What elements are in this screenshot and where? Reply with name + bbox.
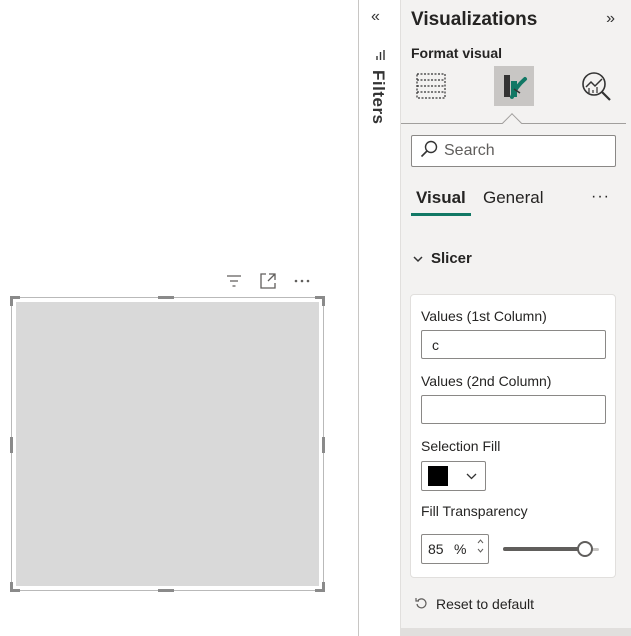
slicer-section-header[interactable]: Slicer (413, 250, 472, 267)
active-mode-caret (502, 113, 522, 133)
resize-handle-top[interactable] (158, 296, 174, 299)
reset-label: Reset to default (436, 596, 535, 612)
values-2nd-input[interactable] (421, 395, 606, 424)
visual-header (224, 270, 312, 292)
filters-pane-icon (376, 48, 386, 66)
resize-handle-bottom-right-v[interactable] (322, 582, 325, 592)
slicer-visual[interactable] (10, 296, 325, 592)
tab-general[interactable]: General (478, 188, 548, 216)
fields-icon[interactable] (411, 66, 451, 106)
reset-to-default-button[interactable]: Reset to default (415, 596, 534, 612)
chevron-up-icon[interactable] (477, 539, 484, 544)
chevron-down-icon (413, 250, 423, 267)
selection-fill-color-picker[interactable] (421, 461, 486, 491)
fill-transparency-value[interactable]: 85 (428, 541, 454, 557)
filters-pane: « Filters (358, 0, 400, 636)
chevron-down-icon[interactable] (477, 548, 484, 553)
values-1st-input[interactable] (421, 330, 606, 359)
values-1st-label: Values (1st Column) (421, 308, 547, 324)
selection-fill-label: Selection Fill (421, 438, 501, 454)
color-swatch (428, 466, 448, 486)
resize-handle-bottom[interactable] (158, 589, 174, 592)
pane-footer (401, 628, 631, 636)
fill-transparency-unit: % (454, 541, 467, 557)
slicer-section-title: Slicer (431, 250, 472, 267)
search-input[interactable] (444, 142, 604, 160)
slider-thumb[interactable] (576, 541, 593, 557)
more-options-icon[interactable] (292, 271, 312, 291)
pane-title: Visualizations (411, 9, 538, 30)
chevron-down-icon (466, 467, 477, 485)
search-icon (420, 140, 438, 163)
more-options-button[interactable]: ··· (591, 188, 610, 206)
focus-mode-icon[interactable] (258, 271, 278, 291)
format-icon[interactable] (494, 66, 534, 106)
reset-icon (415, 596, 428, 612)
resize-handle-top-right-v[interactable] (322, 296, 325, 306)
fill-transparency-spinbox[interactable]: 85 % (421, 534, 489, 564)
visual-area[interactable] (16, 302, 319, 586)
resize-handle-left[interactable] (10, 437, 13, 453)
filter-icon[interactable] (224, 271, 244, 291)
resize-handle-top-left-v[interactable] (10, 296, 13, 306)
analytics-icon[interactable] (576, 66, 616, 106)
expand-pane-icon[interactable]: » (606, 10, 615, 28)
resize-handle-right[interactable] (322, 437, 325, 453)
report-canvas (0, 0, 358, 636)
format-visual-label: Format visual (411, 45, 503, 61)
values-2nd-label: Values (2nd Column) (421, 373, 552, 389)
fill-transparency-label: Fill Transparency (421, 503, 528, 519)
format-tabs: Visual General ··· (411, 188, 622, 218)
pane-mode-icons (411, 66, 622, 110)
spin-arrows (477, 539, 484, 553)
slicer-settings-card: Values (1st Column) Values (2nd Column) … (410, 294, 616, 578)
filters-label[interactable]: Filters (368, 70, 388, 125)
resize-handle-bottom-left-v[interactable] (10, 582, 13, 592)
visualizations-pane: Visualizations » Format visual Search Vi… (400, 0, 631, 636)
search-box[interactable] (411, 135, 616, 167)
collapse-filters-icon[interactable]: « (371, 8, 380, 26)
fill-transparency-slider[interactable] (503, 539, 599, 559)
slider-fill (503, 547, 585, 551)
tab-visual[interactable]: Visual (411, 188, 471, 216)
